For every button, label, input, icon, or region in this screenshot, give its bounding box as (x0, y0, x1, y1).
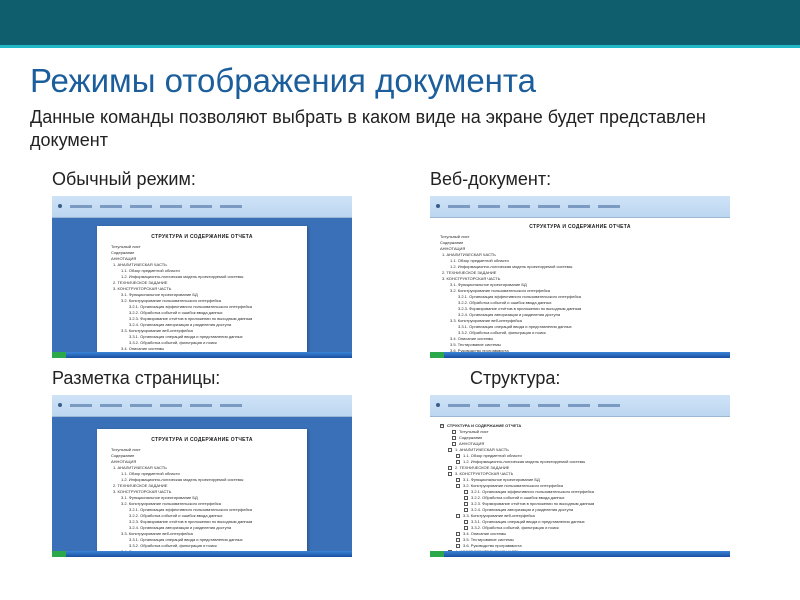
bullet-icon (452, 442, 456, 446)
bullet-icon (456, 484, 460, 488)
bullet-icon (464, 526, 468, 530)
doc-heading: СТРУКТУРА И СОДЕРЖАНИЕ ОТЧЕТА (111, 234, 293, 240)
taskbar (52, 352, 352, 358)
slide-content: Режимы отображения документа Данные кома… (0, 48, 800, 557)
bullet-icon (456, 532, 460, 536)
bullet-icon (464, 508, 468, 512)
bullet-icon (456, 514, 460, 518)
cell-web: Веб-документ: СТРУКТУРА И СОДЕРЖАНИЕ ОТЧ… (430, 169, 748, 358)
bullet-icon (456, 478, 460, 482)
bullet-icon (448, 448, 452, 452)
word-ribbon (52, 395, 352, 417)
word-ribbon (52, 196, 352, 218)
word-ribbon (430, 196, 730, 218)
page-area: СТРУКТУРА И СОДЕРЖАНИЕ ОТЧЕТА Титульный … (430, 218, 730, 358)
bullet-icon (464, 496, 468, 500)
document-page: СТРУКТУРА И СОДЕРЖАНИЕ ОТЧЕТА Титульный … (97, 429, 307, 557)
thumb-layout: СТРУКТУРА И СОДЕРЖАНИЕ ОТЧЕТА Титульный … (52, 395, 352, 557)
collapse-icon: − (440, 424, 444, 428)
document-page: СТРУКТУРА И СОДЕРЖАНИЕ ОТЧЕТА Титульный … (97, 226, 307, 358)
slide-subtitle: Данные команды позволяют выбрать в каком… (30, 106, 770, 153)
doc-heading: СТРУКТУРА И СОДЕРЖАНИЕ ОТЧЕТА (440, 224, 720, 230)
word-ribbon (430, 395, 730, 417)
label-web: Веб-документ: (430, 169, 748, 190)
bullet-icon (464, 520, 468, 524)
bullet-icon (456, 460, 460, 464)
cell-normal: Обычный режим: СТРУКТУРА И СОДЕРЖАНИЕ ОТ… (52, 169, 370, 358)
taskbar (52, 551, 352, 557)
thumb-normal: СТРУКТУРА И СОДЕРЖАНИЕ ОТЧЕТА Титульный … (52, 196, 352, 358)
slide-title: Режимы отображения документа (30, 62, 770, 100)
thumb-outline: − СТРУКТУРА И СОДЕРЖАНИЕ ОТЧЕТА Титульны… (430, 395, 730, 557)
label-normal: Обычный режим: (52, 169, 370, 190)
thumb-web: СТРУКТУРА И СОДЕРЖАНИЕ ОТЧЕТА Титульный … (430, 196, 730, 358)
taskbar (430, 352, 730, 358)
page-area: СТРУКТУРА И СОДЕРЖАНИЕ ОТЧЕТА Титульный … (52, 218, 352, 358)
bullet-icon (452, 430, 456, 434)
cell-layout: Разметка страницы: СТРУКТУРА И СОДЕРЖАНИ… (52, 368, 370, 557)
bullet-icon (448, 472, 452, 476)
bullet-icon (448, 466, 452, 470)
cell-outline: Структура: − СТРУКТУРА И СОДЕРЖАНИЕ ОТЧЕ… (430, 368, 748, 557)
modes-grid: Обычный режим: СТРУКТУРА И СОДЕРЖАНИЕ ОТ… (30, 169, 770, 557)
page-area: СТРУКТУРА И СОДЕРЖАНИЕ ОТЧЕТА Титульный … (52, 417, 352, 557)
taskbar (430, 551, 730, 557)
page-area: − СТРУКТУРА И СОДЕРЖАНИЕ ОТЧЕТА Титульны… (430, 417, 730, 557)
bullet-icon (456, 538, 460, 542)
label-layout: Разметка страницы: (52, 368, 370, 389)
slide-top-band (0, 0, 800, 48)
bullet-icon (456, 544, 460, 548)
bullet-icon (464, 502, 468, 506)
bullet-icon (456, 454, 460, 458)
bullet-icon (464, 490, 468, 494)
label-outline: Структура: (430, 368, 748, 389)
doc-heading: СТРУКТУРА И СОДЕРЖАНИЕ ОТЧЕТА (111, 437, 293, 443)
bullet-icon (452, 436, 456, 440)
